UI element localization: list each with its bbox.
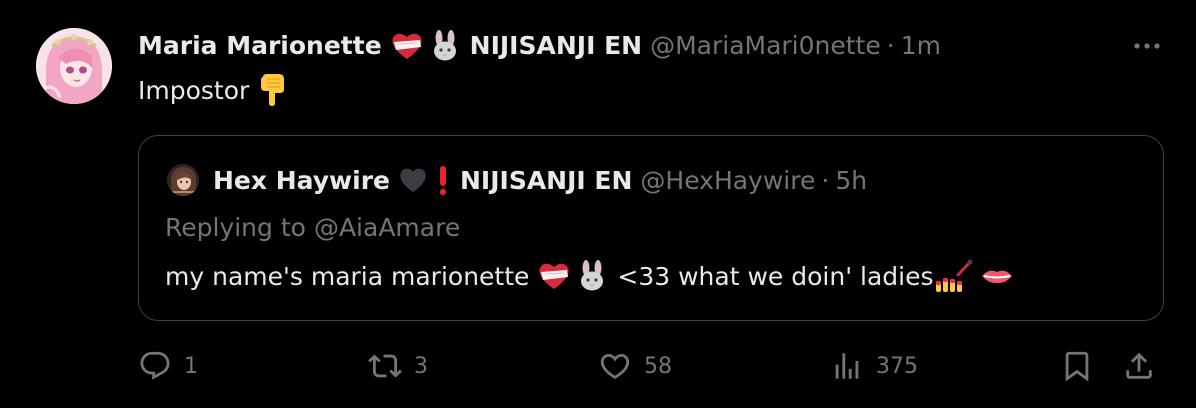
quoted-author-handle[interactable]: @HexHaywire bbox=[640, 166, 815, 195]
tweet-text-content: Impostor bbox=[138, 75, 250, 105]
pointing-down-hand-emoji bbox=[261, 74, 285, 106]
quoted-author-affiliation: NIJISANJI EN bbox=[459, 165, 633, 195]
rabbit-face-emoji bbox=[433, 30, 456, 61]
heart-icon bbox=[600, 353, 630, 379]
bookmark-button[interactable] bbox=[1060, 346, 1094, 386]
exclamation-mark-emoji bbox=[439, 166, 447, 196]
views-count: 375 bbox=[876, 353, 918, 379]
mouth-lips-emoji bbox=[981, 270, 1012, 284]
retweet-icon bbox=[368, 354, 402, 378]
black-heart-emoji bbox=[400, 168, 426, 192]
reply-button[interactable]: 1 bbox=[138, 346, 198, 386]
like-count: 58 bbox=[644, 353, 672, 379]
replying-to-mention[interactable]: @AiaAmare bbox=[314, 213, 460, 242]
bandaged-heart-emoji bbox=[539, 263, 569, 289]
tweet-actions-bar: 1 3 58 375 bbox=[138, 346, 1164, 386]
author-avatar[interactable] bbox=[36, 28, 112, 104]
quoted-tweet-timestamp[interactable]: 5h bbox=[835, 166, 867, 195]
quoted-tweet-card[interactable]: Hex Haywire NIJISANJI EN @HexHaywire · 5… bbox=[138, 135, 1164, 321]
reply-icon bbox=[140, 351, 170, 380]
author-handle[interactable]: @MariaMari0nette bbox=[650, 28, 881, 64]
share-button[interactable] bbox=[1122, 346, 1156, 386]
share-icon bbox=[1126, 352, 1152, 379]
author-name[interactable]: Maria Marionette bbox=[138, 28, 382, 64]
tweet-header: Maria Marionette NIJISANJI EN @MariaMari… bbox=[138, 28, 941, 64]
replying-to-label: Replying to bbox=[165, 212, 306, 242]
header-separator: · bbox=[886, 31, 895, 60]
quoted-avatar-image bbox=[167, 164, 199, 196]
reply-count: 1 bbox=[184, 353, 198, 379]
quoted-tweet-text: my name's maria marionette <33 what we d… bbox=[165, 258, 1014, 294]
avatar-image bbox=[36, 28, 112, 104]
bookmark-icon bbox=[1065, 351, 1089, 382]
quoted-header-separator: · bbox=[821, 165, 830, 195]
bandaged-heart-emoji bbox=[392, 33, 422, 59]
retweet-count: 3 bbox=[414, 353, 428, 379]
tweet[interactable]: Maria Marionette NIJISANJI EN @MariaMari… bbox=[0, 0, 1196, 408]
author-affiliation: NIJISANJI EN bbox=[469, 31, 643, 60]
quoted-author-avatar[interactable] bbox=[167, 164, 199, 196]
rabbit-face-emoji bbox=[581, 260, 604, 291]
replying-to-line: Replying to @AiaAmare bbox=[165, 210, 460, 244]
nail-polish-emoji bbox=[935, 259, 973, 292]
tweet-text: Impostor bbox=[138, 72, 287, 108]
views-button[interactable]: 375 bbox=[830, 346, 918, 386]
quoted-author-name[interactable]: Hex Haywire bbox=[213, 166, 390, 195]
retweet-button[interactable]: 3 bbox=[368, 346, 428, 386]
views-bar-chart-icon bbox=[835, 353, 859, 379]
like-button[interactable]: 58 bbox=[598, 346, 672, 386]
tweet-timestamp[interactable]: 1m bbox=[901, 28, 941, 64]
quoted-tweet-header: Hex Haywire NIJISANJI EN @HexHaywire · 5… bbox=[213, 162, 867, 198]
more-horizontal-icon bbox=[1134, 43, 1160, 49]
more-options-button[interactable] bbox=[1132, 36, 1162, 56]
quoted-text-part2: <33 what we doin' ladies bbox=[617, 261, 934, 291]
quoted-text-part1: my name's maria marionette bbox=[165, 261, 530, 291]
